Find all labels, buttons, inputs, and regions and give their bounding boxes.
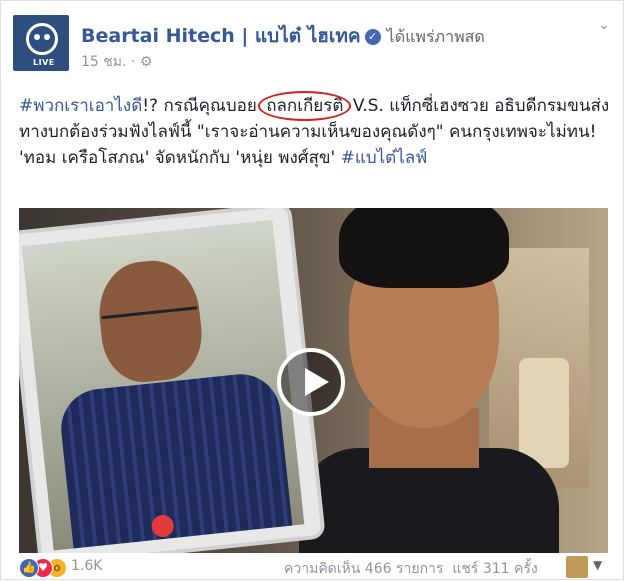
post-options-icon[interactable]: ⌄	[595, 17, 613, 35]
post-footer: 👍 ♥ o 1.6K ความคิดเห็น 466 รายการ แชร์ 3…	[1, 553, 624, 581]
avatar-live-label: LIVE	[33, 58, 55, 67]
caller-shirt	[57, 370, 294, 551]
verified-check-icon: ✓	[364, 29, 381, 45]
tablet-screen	[21, 219, 305, 551]
share-count[interactable]: แชร์ 311 ครั้ง	[452, 561, 537, 577]
chevron-down-icon[interactable]: ▼	[593, 558, 602, 572]
page-name-link[interactable]: Beartai Hitech | แบไต๋ ไฮเทค	[81, 25, 361, 47]
live-video-player[interactable]	[19, 208, 608, 553]
globe-icon: ⚙	[139, 54, 153, 70]
hashtag-link[interactable]: #พวกเราเอาไงดี	[19, 96, 142, 116]
avatar-logo-ring	[26, 23, 58, 55]
page-avatar[interactable]: LIVE	[13, 15, 69, 71]
post-action-text: ได้แพร่ภาพสด	[386, 27, 485, 46]
meta-separator: ·	[130, 54, 136, 70]
like-reaction-icon[interactable]: 👍	[19, 558, 39, 578]
post-timestamp[interactable]: 15 ชม.	[81, 54, 126, 70]
post-message: #พวกเราเอาไงดี!? กรณีคุณบอย ถลกเกียรติ V…	[19, 91, 611, 171]
post-card: LIVE Beartai Hitech | แบไต๋ ไฮเทค ✓ ได้แพร…	[0, 0, 624, 580]
engagement-summary: ความคิดเห็น 466 รายการ แชร์ 311 ครั้ง	[284, 558, 538, 580]
post-text-segment: !? กรณีคุณบอย	[142, 96, 263, 116]
reaction-count[interactable]: 1.6K	[71, 558, 102, 574]
circled-word: ถลกเกียรติ	[258, 91, 352, 121]
comment-count[interactable]: ความคิดเห็น 466 รายการ	[284, 561, 443, 577]
post-meta: 15 ชม. · ⚙	[81, 51, 152, 73]
play-icon[interactable]	[277, 348, 345, 416]
video-lamp	[519, 358, 569, 468]
hashtag-link[interactable]: #แบไต๋ไลฟ์	[341, 148, 428, 168]
video-presenter	[299, 208, 559, 553]
avatar-logo-eye-right	[44, 34, 50, 40]
viewer-avatar[interactable]	[566, 556, 588, 578]
presenter-hair	[339, 208, 509, 288]
post-header: Beartai Hitech | แบไต๋ ไฮเทค ✓ ได้แพร่ภาพส…	[81, 21, 485, 51]
avatar-logo-eye-left	[34, 34, 40, 40]
